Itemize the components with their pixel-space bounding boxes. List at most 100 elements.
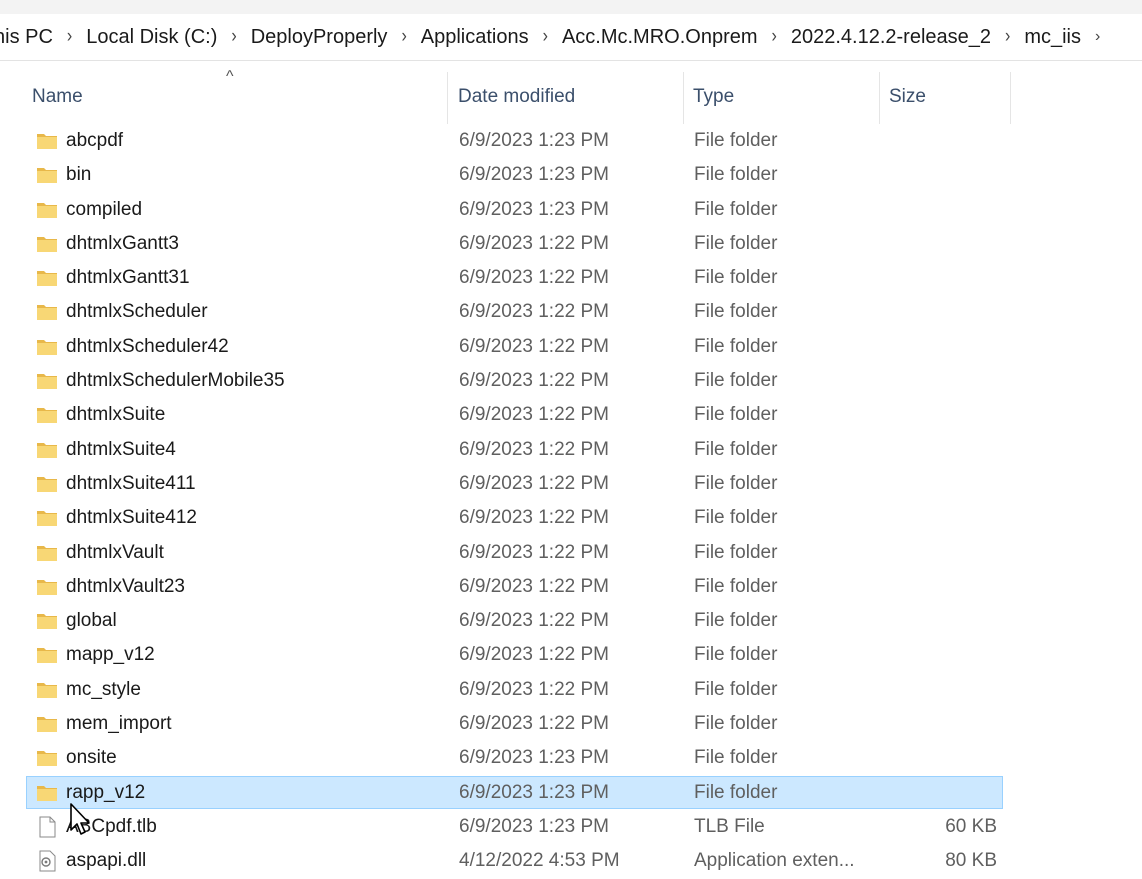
- file-type: File folder: [694, 610, 778, 632]
- file-date-modified: 6/9/2023 1:23 PM: [459, 130, 609, 151]
- file-row[interactable]: dhtmlxSchedulerMobile35 6/9/2023 1:22 PM F…: [0, 364, 1142, 398]
- file-name[interactable]: dhtmlxVault: [66, 536, 164, 570]
- breadcrumb-item-this-pc[interactable]: his PC: [0, 22, 59, 53]
- breadcrumb-item-release[interactable]: 2022.4.12.2-release_2: [785, 22, 997, 53]
- file-name[interactable]: mapp_v12: [66, 638, 155, 672]
- file-type: File folder: [694, 747, 778, 769]
- file-type: File folder: [694, 198, 778, 220]
- file-type: File folder: [694, 164, 778, 186]
- file-row[interactable]: mapp_v12 6/9/2023 1:22 PM File folder: [0, 638, 1142, 672]
- file-date-modified: 4/12/2022 4:53 PM: [459, 850, 620, 872]
- chevron-right-icon[interactable]: ›: [223, 26, 244, 48]
- file-row[interactable]: dhtmlxScheduler 6/9/2023 1:22 PM File fold…: [0, 295, 1142, 329]
- file-name[interactable]: dhtmlxGantt3: [66, 227, 179, 261]
- file-size: [880, 433, 997, 467]
- window-top-strip: [0, 0, 1142, 15]
- breadcrumb-item-applications[interactable]: Applications: [415, 22, 535, 53]
- column-divider[interactable]: [447, 72, 448, 124]
- breadcrumb-item-mc-iis[interactable]: mc_iis: [1018, 22, 1087, 53]
- file-size: [880, 741, 997, 775]
- file-name[interactable]: dhtmlxSuite: [66, 398, 165, 432]
- column-header-size[interactable]: Size: [889, 81, 1009, 113]
- file-type: TLB File: [694, 815, 765, 837]
- file-row[interactable]: global 6/9/2023 1:22 PM File folder: [0, 604, 1142, 638]
- breadcrumb-item-deployproperly[interactable]: DeployProperly: [245, 22, 394, 53]
- file-date-modified: 6/9/2023 1:22 PM: [459, 678, 609, 700]
- breadcrumb: his PC › Local Disk (C:) › DeployProperl…: [0, 22, 1108, 53]
- file-row[interactable]: onsite 6/9/2023 1:23 PM File folder: [0, 741, 1142, 775]
- file-type: File folder: [694, 678, 778, 700]
- file-name[interactable]: dhtmlxGantt31: [66, 261, 190, 295]
- file-name[interactable]: dhtmlxSuite412: [66, 501, 197, 535]
- file-row[interactable]: compiled 6/9/2023 1:23 PM File folder: [0, 193, 1142, 227]
- file-date-modified: 6/9/2023 1:22 PM: [459, 267, 609, 289]
- column-header-date-modified[interactable]: Date modified: [458, 81, 682, 113]
- file-row[interactable]: dhtmlxScheduler42 6/9/2023 1:22 PM File fo…: [0, 330, 1142, 364]
- file-row[interactable]: mc_style 6/9/2023 1:22 PM File folder: [0, 673, 1142, 707]
- file-date-modified: 6/9/2023 1:22 PM: [459, 472, 609, 494]
- file-name[interactable]: compiled: [66, 193, 142, 227]
- file-date-modified: 6/9/2023 1:22 PM: [459, 575, 609, 597]
- file-type: File folder: [694, 301, 778, 323]
- file-size: [880, 570, 997, 604]
- file-name[interactable]: dhtmlxSchedulerMobile35: [66, 364, 285, 398]
- file-row[interactable]: dhtmlxSuite412 6/9/2023 1:22 PM File folde…: [0, 501, 1142, 535]
- file-name[interactable]: bin: [66, 158, 91, 192]
- column-header-type[interactable]: Type: [693, 81, 879, 113]
- file-row[interactable]: dhtmlxGantt3 6/9/2023 1:22 PM File folder: [0, 227, 1142, 261]
- chevron-right-icon[interactable]: ›: [1087, 28, 1108, 46]
- file-name[interactable]: global: [66, 604, 117, 638]
- file-size: [880, 536, 997, 570]
- file-row[interactable]: bin 6/9/2023 1:23 PM File folder: [0, 158, 1142, 192]
- column-divider[interactable]: [1010, 72, 1011, 124]
- chevron-right-icon[interactable]: ›: [393, 26, 414, 48]
- column-divider[interactable]: [879, 72, 880, 124]
- breadcrumb-item-acc-mc-mro-onprem[interactable]: Acc.Mc.MRO.Onprem: [556, 22, 764, 53]
- file-type: File folder: [694, 781, 778, 803]
- file-name[interactable]: mc_style: [66, 673, 141, 707]
- file-row[interactable]: dhtmlxSuite 6/9/2023 1:22 PM File folder: [0, 398, 1142, 432]
- file-row[interactable]: ABCpdf.tlb 6/9/2023 1:23 PM TLB File 60 KB: [0, 810, 1142, 844]
- file-name[interactable]: dhtmlxSuite4: [66, 433, 176, 467]
- file-name[interactable]: dhtmlxVault23: [66, 570, 185, 604]
- file-size: [880, 295, 997, 329]
- chevron-right-icon[interactable]: ›: [997, 26, 1018, 48]
- breadcrumb-item-local-disk[interactable]: Local Disk (C:): [80, 22, 223, 53]
- file-name[interactable]: dhtmlxScheduler: [66, 295, 208, 329]
- file-date-modified: 6/9/2023 1:23 PM: [459, 781, 609, 803]
- file-row[interactable]: dhtmlxVault 6/9/2023 1:22 PM File folder: [0, 536, 1142, 570]
- file-type: File folder: [694, 541, 778, 563]
- file-size: [880, 398, 997, 432]
- column-divider[interactable]: [683, 72, 684, 124]
- file-type: File folder: [694, 404, 778, 426]
- file-name[interactable]: abcpdf: [66, 124, 123, 158]
- file-name[interactable]: mem_import: [66, 707, 172, 741]
- chevron-right-icon[interactable]: ›: [535, 26, 556, 48]
- file-size: [880, 193, 997, 227]
- address-bar[interactable]: his PC › Local Disk (C:) › DeployProperl…: [0, 14, 1142, 61]
- chevron-right-icon[interactable]: ›: [59, 26, 80, 48]
- file-row[interactable]: abcpdf 6/9/2023 1:23 PM File folder: [0, 124, 1142, 158]
- file-name[interactable]: dhtmlxScheduler42: [66, 330, 229, 364]
- file-size: 80 KB: [945, 850, 997, 872]
- file-type: File folder: [694, 644, 778, 666]
- file-date-modified: 6/9/2023 1:22 PM: [459, 335, 609, 357]
- file-row[interactable]: dhtmlxSuite411 6/9/2023 1:22 PM File folde…: [0, 467, 1142, 501]
- chevron-right-icon[interactable]: ›: [764, 26, 785, 48]
- file-size: [880, 501, 997, 535]
- file-size: [880, 673, 997, 707]
- file-row[interactable]: rapp_v12 6/9/2023 1:23 PM File folder: [0, 775, 1142, 810]
- file-row[interactable]: aspapi.dll 4/12/2022 4:53 PM Application e…: [0, 844, 1142, 878]
- file-date-modified: 6/9/2023 1:23 PM: [459, 198, 609, 220]
- file-row[interactable]: mem_import 6/9/2023 1:22 PM File folder: [0, 707, 1142, 741]
- file-name[interactable]: aspapi.dll: [66, 844, 146, 878]
- file-row[interactable]: dhtmlxVault23 6/9/2023 1:22 PM File folder: [0, 570, 1142, 604]
- file-size: [880, 364, 997, 398]
- file-row[interactable]: dhtmlxSuite4 6/9/2023 1:22 PM File folder: [0, 433, 1142, 467]
- file-size: [880, 707, 997, 741]
- column-header-name[interactable]: Name: [32, 81, 446, 113]
- file-name[interactable]: dhtmlxSuite411: [66, 467, 196, 501]
- file-type: Application exten...: [694, 850, 855, 872]
- file-name[interactable]: onsite: [66, 741, 117, 775]
- file-row[interactable]: dhtmlxGantt31 6/9/2023 1:22 PM File folder: [0, 261, 1142, 295]
